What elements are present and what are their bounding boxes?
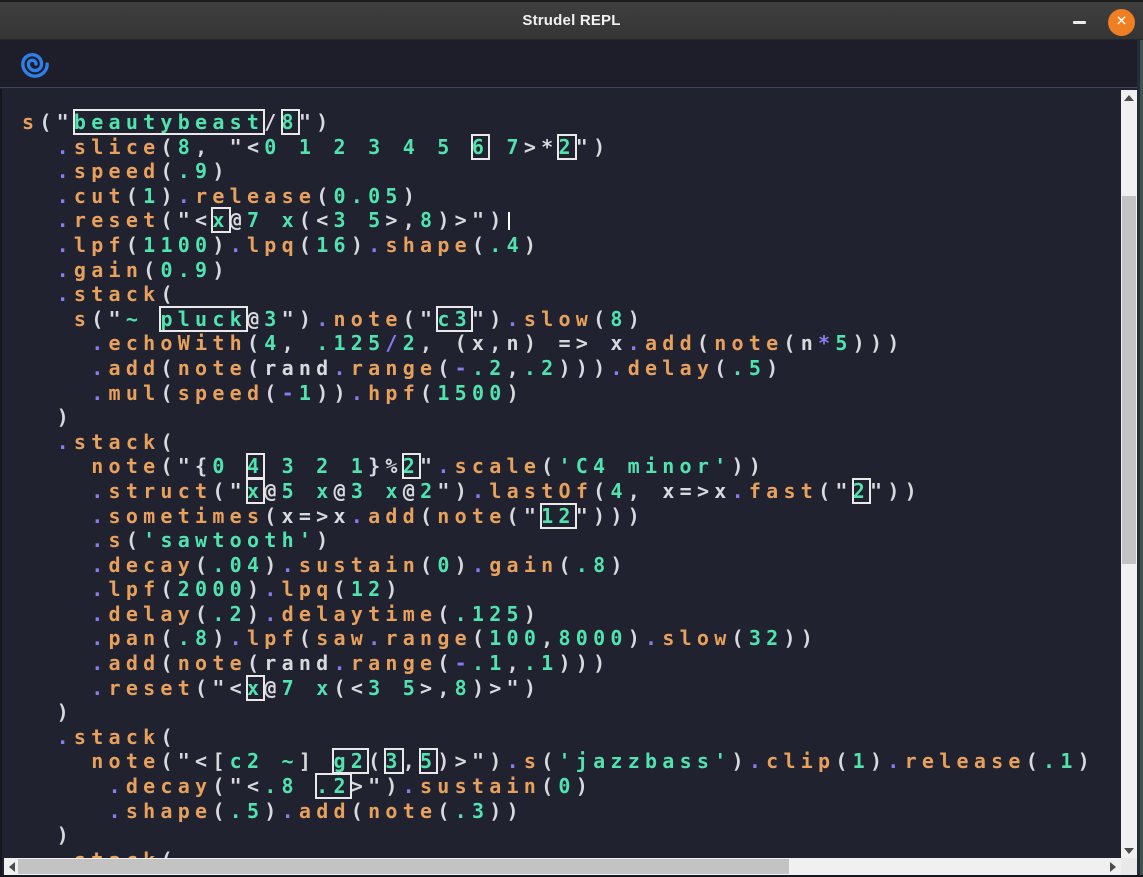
code-line: note("{0 4 3 2 1}%2".scale('C4 minor')) xyxy=(22,454,1095,479)
scrollbar-corner xyxy=(1121,858,1137,875)
code-line: .shape(.5).add(note(.3)) xyxy=(22,799,1095,824)
code-line: s("~ pluck@3").note("c3").slow(8) xyxy=(22,307,1095,332)
vertical-scrollbar-thumb[interactable] xyxy=(1122,196,1136,564)
code-line: .speed(.9) xyxy=(22,159,1095,184)
code-line: .lpf(2000).lpq(12) xyxy=(22,577,1095,602)
toolbar xyxy=(0,40,1143,88)
text-cursor xyxy=(508,212,510,230)
strudel-spiral-logo-icon[interactable] xyxy=(20,48,50,80)
code-line: .cut(1).release(0.05) xyxy=(22,184,1095,209)
active-event-highlight: 2 xyxy=(403,454,420,478)
code-editor[interactable]: s("beautybeast/8") .slice(8, "<0 1 2 3 4… xyxy=(0,89,1143,877)
code-line: .stack( xyxy=(22,282,1095,307)
code-line: .s('sawtooth') xyxy=(22,528,1095,553)
code-line: .sometimes(x=>x.add(note("12"))) xyxy=(22,504,1095,529)
minimize-button[interactable] xyxy=(1064,7,1094,37)
active-event-highlight: c3 xyxy=(437,307,472,331)
code-line: .lpf(1100).lpq(16).shape(.4) xyxy=(22,233,1095,258)
code-line: .gain(0.9) xyxy=(22,258,1095,283)
active-event-highlight: 3 xyxy=(385,749,402,773)
vertical-scrollbar[interactable] xyxy=(1121,90,1137,859)
code-line: ) xyxy=(22,405,1095,430)
code-line: .decay(.04).sustain(0).gain(.8) xyxy=(22,553,1095,578)
active-event-highlight: .2 xyxy=(316,774,351,798)
code-line: .slice(8, "<0 1 2 3 4 5 6 7>*2") xyxy=(22,135,1095,160)
active-event-highlight: beautybeast xyxy=(74,110,264,134)
titlebar[interactable]: Strudel REPL ✕ xyxy=(0,0,1143,40)
code-line: .mul(speed(-1)).hpf(1500) xyxy=(22,381,1095,406)
code-line: .decay("<.8 .2>").sustain(0) xyxy=(22,774,1095,799)
code-lines: s("beautybeast/8") .slice(8, "<0 1 2 3 4… xyxy=(22,110,1095,872)
active-event-highlight: 5 xyxy=(420,749,437,773)
code-line: .add(note(rand.range(-.1,.1))) xyxy=(22,651,1095,676)
active-event-highlight: g2 xyxy=(333,749,368,773)
strudel-repl-window: Strudel REPL ✕ s("beautybeast/8") .slice… xyxy=(0,0,1143,877)
code-line: .echoWith(4, .125/2, (x,n) => x.add(note… xyxy=(22,331,1095,356)
code-line: ) xyxy=(22,823,1095,848)
active-event-highlight: 6 xyxy=(472,135,489,159)
scroll-right-arrow-icon[interactable] xyxy=(1105,859,1121,875)
window-title: Strudel REPL xyxy=(522,12,620,29)
code-line: .stack( xyxy=(22,430,1095,455)
active-event-highlight: 4 xyxy=(247,454,264,478)
active-event-highlight: x xyxy=(247,479,264,503)
scroll-up-arrow-icon[interactable] xyxy=(1121,90,1137,106)
code-line: ) xyxy=(22,700,1095,725)
code-line: .reset("<x@7 x(<3 5>,8)>") xyxy=(22,676,1095,701)
scroll-down-arrow-icon[interactable] xyxy=(1121,843,1137,859)
code-line: .add(note(rand.range(-.2,.2))).delay(.5) xyxy=(22,356,1095,381)
code-line: .reset("<x@7 x(<3 5>,8)>") xyxy=(22,208,1095,233)
close-button[interactable]: ✕ xyxy=(1108,9,1135,36)
close-icon: ✕ xyxy=(1116,15,1128,29)
active-event-highlight: pluck xyxy=(160,307,247,331)
active-event-highlight: x xyxy=(247,676,264,700)
horizontal-scrollbar-thumb[interactable] xyxy=(18,859,789,874)
code-line: .pan(.8).lpf(saw.range(100,8000).slow(32… xyxy=(22,626,1095,651)
active-event-highlight: 2 xyxy=(853,479,870,503)
window-controls: ✕ xyxy=(1064,2,1135,42)
code-line: .delay(.2).delaytime(.125) xyxy=(22,602,1095,627)
minimize-icon xyxy=(1073,21,1086,24)
code-line: .stack( xyxy=(22,725,1095,750)
horizontal-scrollbar[interactable] xyxy=(4,858,1121,875)
active-event-highlight: 12 xyxy=(541,504,576,528)
active-event-highlight: 8 xyxy=(282,110,299,134)
code-line: note("<[c2 ~] g2(3,5)>").s('jazzbass').c… xyxy=(22,749,1095,774)
active-event-highlight: x xyxy=(212,208,229,232)
code-line: s("beautybeast/8") xyxy=(22,110,1095,135)
window-right-edge xyxy=(1137,40,1143,877)
active-event-highlight: 2 xyxy=(558,135,575,159)
code-line: .struct("x@5 x@3 x@2").lastOf(4, x=>x.fa… xyxy=(22,479,1095,504)
